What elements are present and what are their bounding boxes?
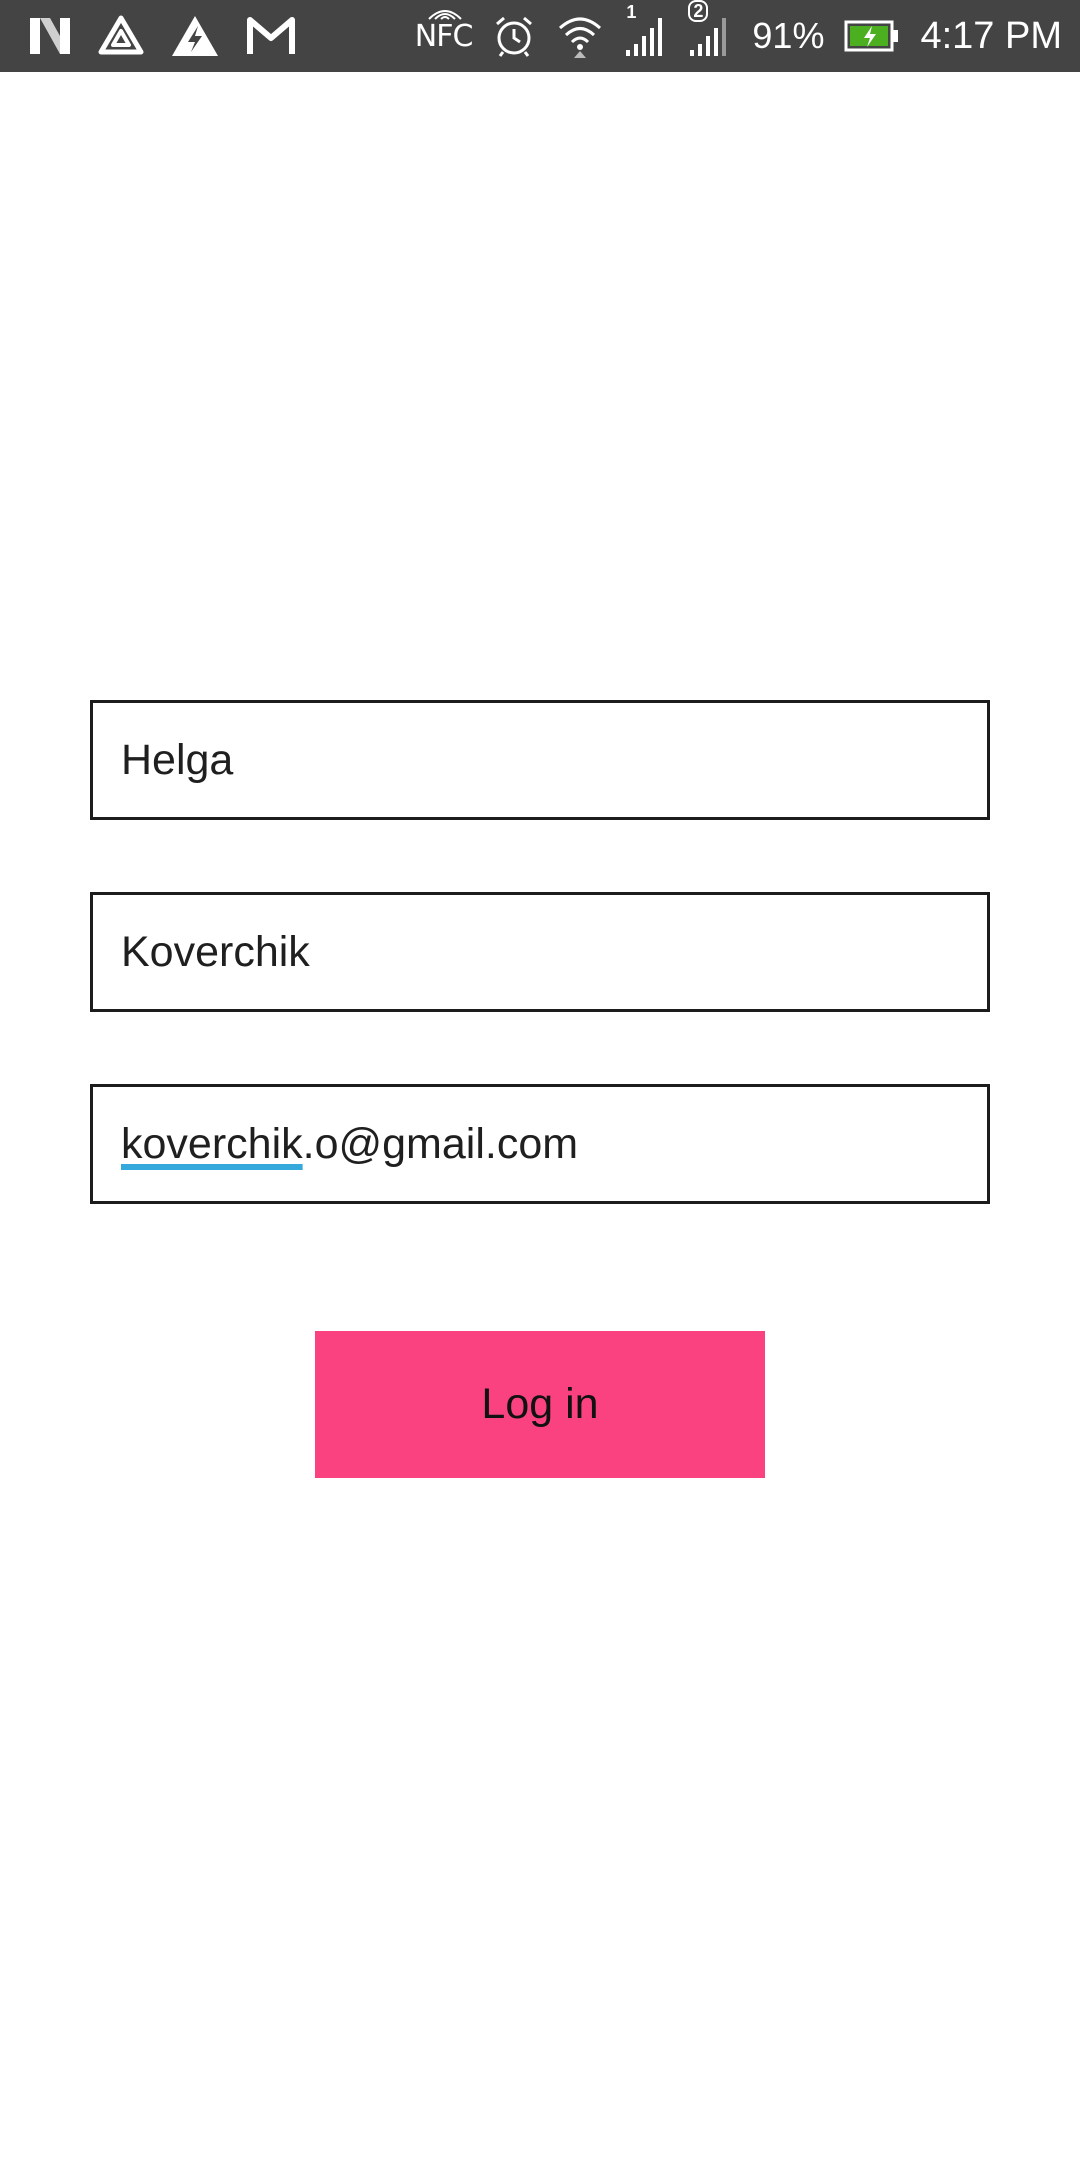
- status-time: 4:17 PM: [920, 14, 1062, 57]
- battery-percent: 91%: [752, 15, 825, 56]
- signal-sim2-icon: 2: [688, 0, 732, 58]
- nfc-label: NFC: [414, 18, 474, 54]
- system-indicators: NFC 1 2 91% 4:17 PM: [415, 0, 1062, 72]
- signal-sim1-icon: 1: [624, 2, 668, 58]
- sim1-label: 1: [626, 2, 637, 22]
- alarm-icon: [492, 14, 536, 58]
- email-value-rest: .o@gmail.com: [302, 1119, 579, 1168]
- gmail-icon: [246, 16, 296, 56]
- first-name-value: Helga: [121, 735, 234, 784]
- email-value-spellcheck-word: koverchik: [121, 1119, 303, 1168]
- bolt-app-icon: [170, 14, 220, 58]
- sim2-label: 2: [688, 0, 709, 22]
- first-name-field[interactable]: Helga: [90, 700, 990, 820]
- email-field[interactable]: koverchik.o@gmail.com: [90, 1084, 990, 1204]
- status-bar: NFC 1 2 91% 4:17 PM: [0, 0, 1080, 72]
- login-button[interactable]: Log in: [315, 1331, 765, 1478]
- last-name-value: Koverchik: [121, 927, 310, 976]
- last-name-field[interactable]: Koverchik: [90, 892, 990, 1012]
- battery-charging-icon: [844, 20, 900, 52]
- wifi-icon: [556, 14, 604, 58]
- email-value: koverchik.o@gmail.com: [121, 1120, 578, 1169]
- nfc-icon: NFC: [414, 9, 474, 54]
- drive-icon: [98, 15, 144, 57]
- notification-icons: [28, 0, 296, 72]
- n-app-icon: [28, 16, 72, 56]
